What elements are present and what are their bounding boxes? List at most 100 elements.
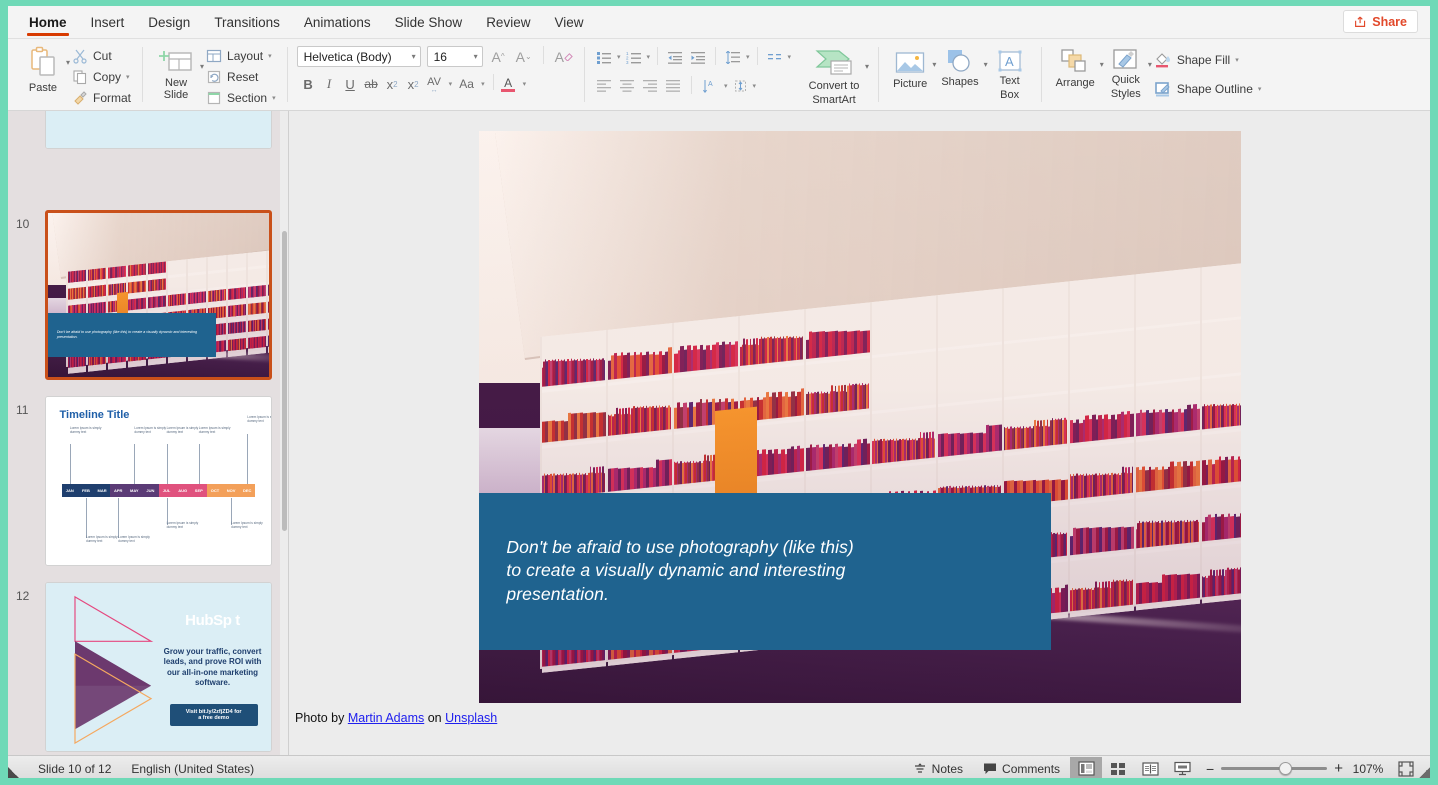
convert-to-smartart-button[interactable]: Convert to SmartArt (803, 43, 865, 108)
reading-view-icon (1142, 762, 1159, 776)
copy-button[interactable]: Copy ▾ (70, 66, 133, 87)
zoom-out-button[interactable]: − (1206, 761, 1214, 777)
bold-button[interactable]: B (299, 74, 318, 94)
normal-view-button[interactable] (1070, 757, 1102, 779)
increase-font-size-button[interactable]: A^ (489, 47, 508, 67)
change-case-dropdown-icon[interactable]: ▾ (478, 80, 488, 88)
bullets-dropdown-icon[interactable]: ▾ (617, 53, 621, 61)
thumbnail-slide-12[interactable]: 12 HubSp t Grow yo (8, 582, 281, 755)
shapes-label: Shapes (941, 77, 978, 89)
copy-dropdown-icon[interactable]: ▾ (126, 73, 130, 81)
tab-slide-show[interactable]: Slide Show (383, 6, 475, 39)
shape-outline-dropdown-icon[interactable]: ▾ (1258, 85, 1262, 93)
shape-outline-button[interactable]: Shape Outline ▾ (1152, 78, 1264, 99)
paste-button[interactable]: Paste (20, 43, 66, 97)
divider (657, 47, 658, 65)
shapes-button[interactable]: Shapes (936, 43, 983, 91)
decrease-indent-button[interactable] (665, 47, 685, 67)
line-spacing-dropdown-icon[interactable]: ▾ (746, 53, 750, 61)
underline-button[interactable]: U (341, 74, 360, 94)
slide-sorter-view-button[interactable] (1102, 757, 1134, 779)
align-text-dropdown-icon[interactable]: ▾ (753, 82, 757, 90)
italic-button[interactable]: I (320, 74, 339, 94)
slide-canvas[interactable]: Don't be afraid to use photography (like… (479, 131, 1241, 703)
font-color-button[interactable]: A (499, 74, 518, 94)
thumbnail-slide-12-frame[interactable]: HubSp t Grow your traffic, convert leads… (45, 582, 272, 752)
thumbnail-slide-11-frame[interactable]: Timeline Title JANFEBMARAPRMAYJUNJULAUGS… (45, 396, 272, 566)
credit-author-link[interactable]: Martin Adams (348, 711, 424, 725)
reading-view-button[interactable] (1134, 757, 1166, 779)
font-color-dropdown-icon[interactable]: ▾ (520, 80, 530, 88)
numbering-button[interactable]: 1 2 3 (624, 47, 644, 67)
increase-font-size-label: A (492, 49, 501, 65)
notes-button[interactable]: Notes (903, 762, 973, 776)
change-case-button[interactable]: Aa (457, 74, 476, 94)
new-slide-button[interactable]: New Slide (152, 43, 200, 103)
superscript-button[interactable]: x2 (383, 74, 402, 94)
thumb12-cta[interactable]: Visit bit.ly/2zfjZD4 for a free demo (170, 704, 258, 726)
numbering-dropdown-icon[interactable]: ▾ (647, 53, 651, 61)
align-text-button[interactable] (731, 76, 750, 96)
line-spacing-button[interactable] (723, 47, 743, 67)
shape-fill-button[interactable]: Shape Fill ▾ (1152, 49, 1264, 70)
slide-thumbnail-pane[interactable]: FIRST & LAST NAME Chief Executive Office… (8, 111, 289, 755)
tab-transitions[interactable]: Transitions (202, 6, 292, 39)
strikethrough-label: ab (364, 77, 377, 91)
character-spacing-button[interactable]: AV ↔ (425, 74, 444, 94)
thumbnail-scrollbar-thumb[interactable] (282, 231, 287, 531)
slideshow-view-button[interactable] (1166, 757, 1198, 779)
bullets-button[interactable] (594, 47, 614, 67)
text-direction-button[interactable]: A (700, 76, 721, 96)
comments-button[interactable]: Comments (973, 762, 1070, 776)
thumbnail-slide-9-frame[interactable]: FIRST & LAST NAME Chief Executive Office… (45, 111, 272, 149)
thumbnail-slide-10[interactable]: 10 (8, 210, 281, 390)
subscript-button[interactable]: x2 (404, 74, 423, 94)
text-box-button[interactable]: A Text Box (988, 43, 1032, 103)
slide-editor[interactable]: Don't be afraid to use photography (like… (289, 111, 1430, 755)
thumbnail-scrollbar[interactable] (280, 111, 288, 755)
font-family-select[interactable]: Helvetica (Body) ▾ (297, 46, 421, 67)
smartart-dropdown[interactable]: ▾ (865, 43, 869, 71)
picture-button[interactable]: Picture (888, 43, 932, 93)
resize-corner[interactable] (1416, 767, 1430, 778)
align-right-button[interactable] (640, 76, 660, 96)
thumbnail-slide-11[interactable]: 11 Timeline Title JANFEBMARAPRMAYJUNJULA… (8, 396, 281, 576)
quick-styles-button[interactable]: Quick Styles (1104, 43, 1148, 102)
layout-dropdown-icon[interactable]: ▾ (268, 52, 272, 60)
clear-formatting-button[interactable]: A (553, 47, 575, 67)
text-direction-dropdown-icon[interactable]: ▾ (724, 82, 728, 90)
language-indicator[interactable]: English (United States) (131, 762, 254, 776)
thumbnail-slide-9[interactable]: FIRST & LAST NAME Chief Executive Office… (8, 111, 281, 199)
layout-button[interactable]: Layout ▾ (204, 45, 278, 66)
zoom-slider-thumb[interactable] (1279, 762, 1292, 775)
tab-design[interactable]: Design (136, 6, 202, 39)
zoom-slider[interactable] (1221, 767, 1327, 770)
thumbnail-slide-10-frame[interactable]: Don't be afraid to use photography (like… (45, 210, 272, 380)
credit-source-link[interactable]: Unsplash (445, 711, 497, 725)
reset-button[interactable]: Reset (204, 66, 278, 87)
decrease-font-size-button[interactable]: A⌄ (514, 47, 534, 67)
align-left-button[interactable] (594, 76, 614, 96)
zoom-in-button[interactable]: + (1334, 760, 1343, 777)
font-size-select[interactable]: 16 ▾ (427, 46, 483, 67)
tab-review[interactable]: Review (474, 6, 542, 39)
cut-button[interactable]: Cut (70, 45, 133, 66)
tab-home[interactable]: Home (17, 6, 79, 39)
tab-view[interactable]: View (542, 6, 595, 39)
quote-text-box[interactable]: Don't be afraid to use photography (like… (479, 493, 1051, 650)
share-button[interactable]: Share (1343, 10, 1418, 33)
justify-button[interactable] (663, 76, 683, 96)
section-dropdown-icon[interactable]: ▾ (272, 94, 276, 102)
section-button[interactable]: Section ▾ (204, 87, 278, 108)
tab-animations[interactable]: Animations (292, 6, 383, 39)
align-center-button[interactable] (617, 76, 637, 96)
strikethrough-button[interactable]: ab (362, 74, 381, 94)
tab-insert[interactable]: Insert (79, 6, 137, 39)
shape-fill-dropdown-icon[interactable]: ▾ (1235, 56, 1239, 64)
columns-button[interactable] (765, 47, 785, 67)
character-spacing-dropdown-icon[interactable]: ▾ (446, 80, 456, 88)
increase-indent-button[interactable] (688, 47, 708, 67)
format-painter-button[interactable]: Format (70, 87, 133, 108)
arrange-button[interactable]: Arrange (1051, 43, 1100, 92)
columns-dropdown-icon[interactable]: ▾ (788, 53, 792, 61)
